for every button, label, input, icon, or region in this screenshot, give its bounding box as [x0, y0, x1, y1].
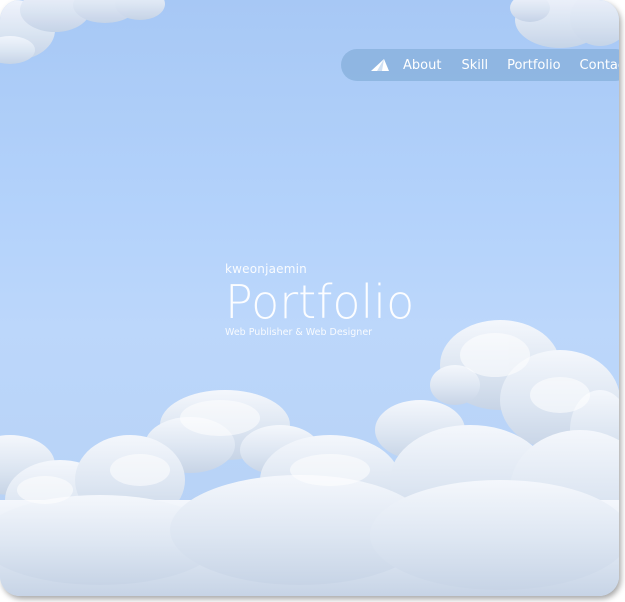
page-title: Portfolio	[225, 275, 415, 329]
paper-plane-icon[interactable]	[371, 58, 389, 72]
nav-link-contact[interactable]: Contact	[580, 58, 619, 73]
nav-link-about[interactable]: About	[403, 58, 441, 73]
page-subtitle: Web Publisher & Web Designer	[225, 327, 373, 338]
hero-text: kweonjaemin Portfolio Web Publisher & We…	[225, 262, 414, 338]
nav-link-portfolio[interactable]: Portfolio	[507, 58, 560, 73]
hero-section: About Skill Portfolio Contact kweonjaemi…	[0, 0, 619, 596]
author-name: kweonjaemin	[225, 262, 307, 276]
nav-link-skill[interactable]: Skill	[461, 58, 488, 73]
cloud-top-left	[0, 0, 165, 64]
main-nav: About Skill Portfolio Contact	[341, 49, 619, 81]
cloud-top-right	[510, 0, 619, 48]
